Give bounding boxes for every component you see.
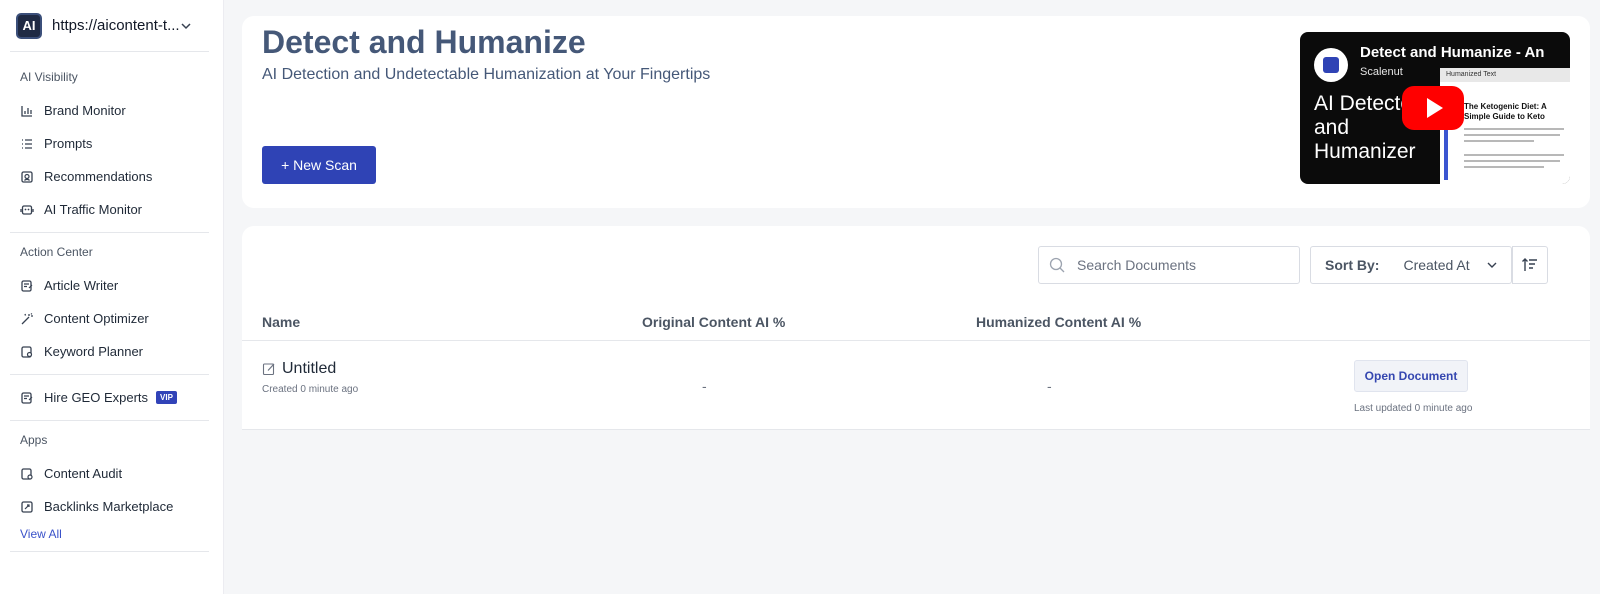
experts-icon xyxy=(21,391,33,404)
section-title-ai-visibility: AI Visibility xyxy=(20,70,78,84)
magic-wand-icon xyxy=(21,312,33,324)
section-title-apps: Apps xyxy=(20,433,48,447)
chevron-down-icon xyxy=(1487,262,1497,268)
video-doc-line xyxy=(1464,134,1560,136)
open-document-button[interactable]: Open Document xyxy=(1354,360,1468,392)
robot-icon xyxy=(20,204,34,215)
search-input[interactable] xyxy=(1077,257,1277,273)
sidebar-item-label: Content Audit xyxy=(44,466,123,481)
header-card: Detect and Humanize AI Detection and Und… xyxy=(242,16,1590,208)
new-scan-button[interactable]: + New Scan xyxy=(262,146,376,184)
video-doc-line xyxy=(1464,154,1564,156)
sidebar-item-prompts[interactable]: Prompts xyxy=(0,127,223,160)
workspace-url: https://aicontent-t... xyxy=(52,17,179,34)
sidebar-item-hire-geo-experts[interactable]: Hire GEO Experts VIP xyxy=(0,381,223,414)
divider xyxy=(10,374,209,375)
divider xyxy=(10,551,209,552)
video-doc-line xyxy=(1464,140,1534,142)
workspace-switcher[interactable]: AI https://aicontent-t... xyxy=(10,0,209,52)
document-created: Created 0 minute ago xyxy=(262,384,359,395)
sidebar: AI https://aicontent-t... AI Visibility … xyxy=(0,0,224,594)
video-channel: Scalenut xyxy=(1360,66,1403,78)
video-doc-line xyxy=(1464,128,1564,130)
list-icon xyxy=(22,138,32,149)
view-all-link[interactable]: View All xyxy=(0,527,223,547)
sidebar-item-recommendations[interactable]: Recommendations xyxy=(0,160,223,193)
sort-value: Created At xyxy=(1403,257,1470,273)
sidebar-item-article-writer[interactable]: Article Writer xyxy=(0,269,223,302)
section-title-action-center: Action Center xyxy=(20,245,93,259)
workspace-logo: AI xyxy=(16,12,42,39)
sidebar-item-ai-traffic-monitor[interactable]: AI Traffic Monitor xyxy=(0,193,223,226)
video-thumbnail[interactable]: Humanized Text The Ketogenic Diet: A Sim… xyxy=(1300,32,1570,184)
chevron-down-icon xyxy=(181,22,191,29)
sort-label: Sort By: xyxy=(1325,257,1380,273)
sidebar-item-label: Keyword Planner xyxy=(44,344,143,359)
video-doc-line xyxy=(1464,160,1560,162)
sort-dropdown[interactable]: Sort By: Created At xyxy=(1310,246,1512,284)
page-title: Detect and Humanize xyxy=(262,24,586,60)
recommendation-icon xyxy=(21,170,33,183)
sidebar-item-label: Recommendations xyxy=(44,169,153,184)
sidebar-item-label: Article Writer xyxy=(44,278,119,293)
divider xyxy=(10,420,209,421)
video-doc-header: Humanized Text xyxy=(1440,68,1570,82)
document-title: Untitled xyxy=(282,360,337,377)
original-ai-value: - xyxy=(702,378,707,394)
video-doc-line xyxy=(1464,166,1544,168)
header-divider xyxy=(242,340,1590,341)
video-title: Detect and Humanize - An xyxy=(1360,44,1545,61)
sort-direction-button[interactable] xyxy=(1512,246,1548,284)
play-icon[interactable] xyxy=(1402,86,1464,130)
humanized-ai-value: - xyxy=(1047,378,1052,394)
sidebar-item-label: Prompts xyxy=(44,136,93,151)
bar-chart-icon xyxy=(21,105,32,117)
backlinks-icon xyxy=(21,500,33,513)
document-name[interactable]: Untitled xyxy=(262,360,336,378)
sidebar-item-content-optimizer[interactable]: Content Optimizer xyxy=(0,302,223,335)
sidebar-item-label: Brand Monitor xyxy=(44,103,126,118)
search-box[interactable] xyxy=(1038,246,1300,284)
sidebar-item-keyword-planner[interactable]: Keyword Planner xyxy=(0,335,223,368)
scalenut-logo-icon xyxy=(1323,57,1339,73)
video-doc-title: The Ketogenic Diet: A Simple Guide to Ke… xyxy=(1464,102,1547,121)
sort-icon xyxy=(1522,258,1537,271)
sidebar-item-label: Hire GEO Experts xyxy=(44,390,149,405)
channel-avatar xyxy=(1314,48,1348,82)
documents-card: Sort By: Created At Name Original Conten… xyxy=(242,226,1590,430)
edit-icon xyxy=(262,363,275,376)
search-icon xyxy=(1049,257,1065,273)
sidebar-item-content-audit[interactable]: Content Audit xyxy=(0,457,223,490)
sidebar-item-brand-monitor[interactable]: Brand Monitor xyxy=(0,94,223,127)
divider xyxy=(10,232,209,233)
last-updated: Last updated 0 minute ago xyxy=(1354,403,1473,414)
keyword-icon xyxy=(21,345,33,358)
column-header-humanized: Humanized Content AI % xyxy=(976,314,1142,330)
sidebar-item-backlinks-marketplace[interactable]: Backlinks Marketplace xyxy=(0,490,223,523)
sidebar-item-label: Content Optimizer xyxy=(44,311,149,326)
column-header-name: Name xyxy=(262,314,301,330)
audit-icon xyxy=(21,467,33,480)
article-icon xyxy=(21,279,33,292)
page-subtitle: AI Detection and Undetectable Humanizati… xyxy=(262,66,711,83)
sidebar-item-label: Backlinks Marketplace xyxy=(44,499,174,514)
column-header-original: Original Content AI % xyxy=(642,314,786,330)
sidebar-item-label: AI Traffic Monitor xyxy=(44,202,143,217)
vip-badge: VIP xyxy=(156,391,177,404)
play-triangle xyxy=(1427,98,1443,118)
